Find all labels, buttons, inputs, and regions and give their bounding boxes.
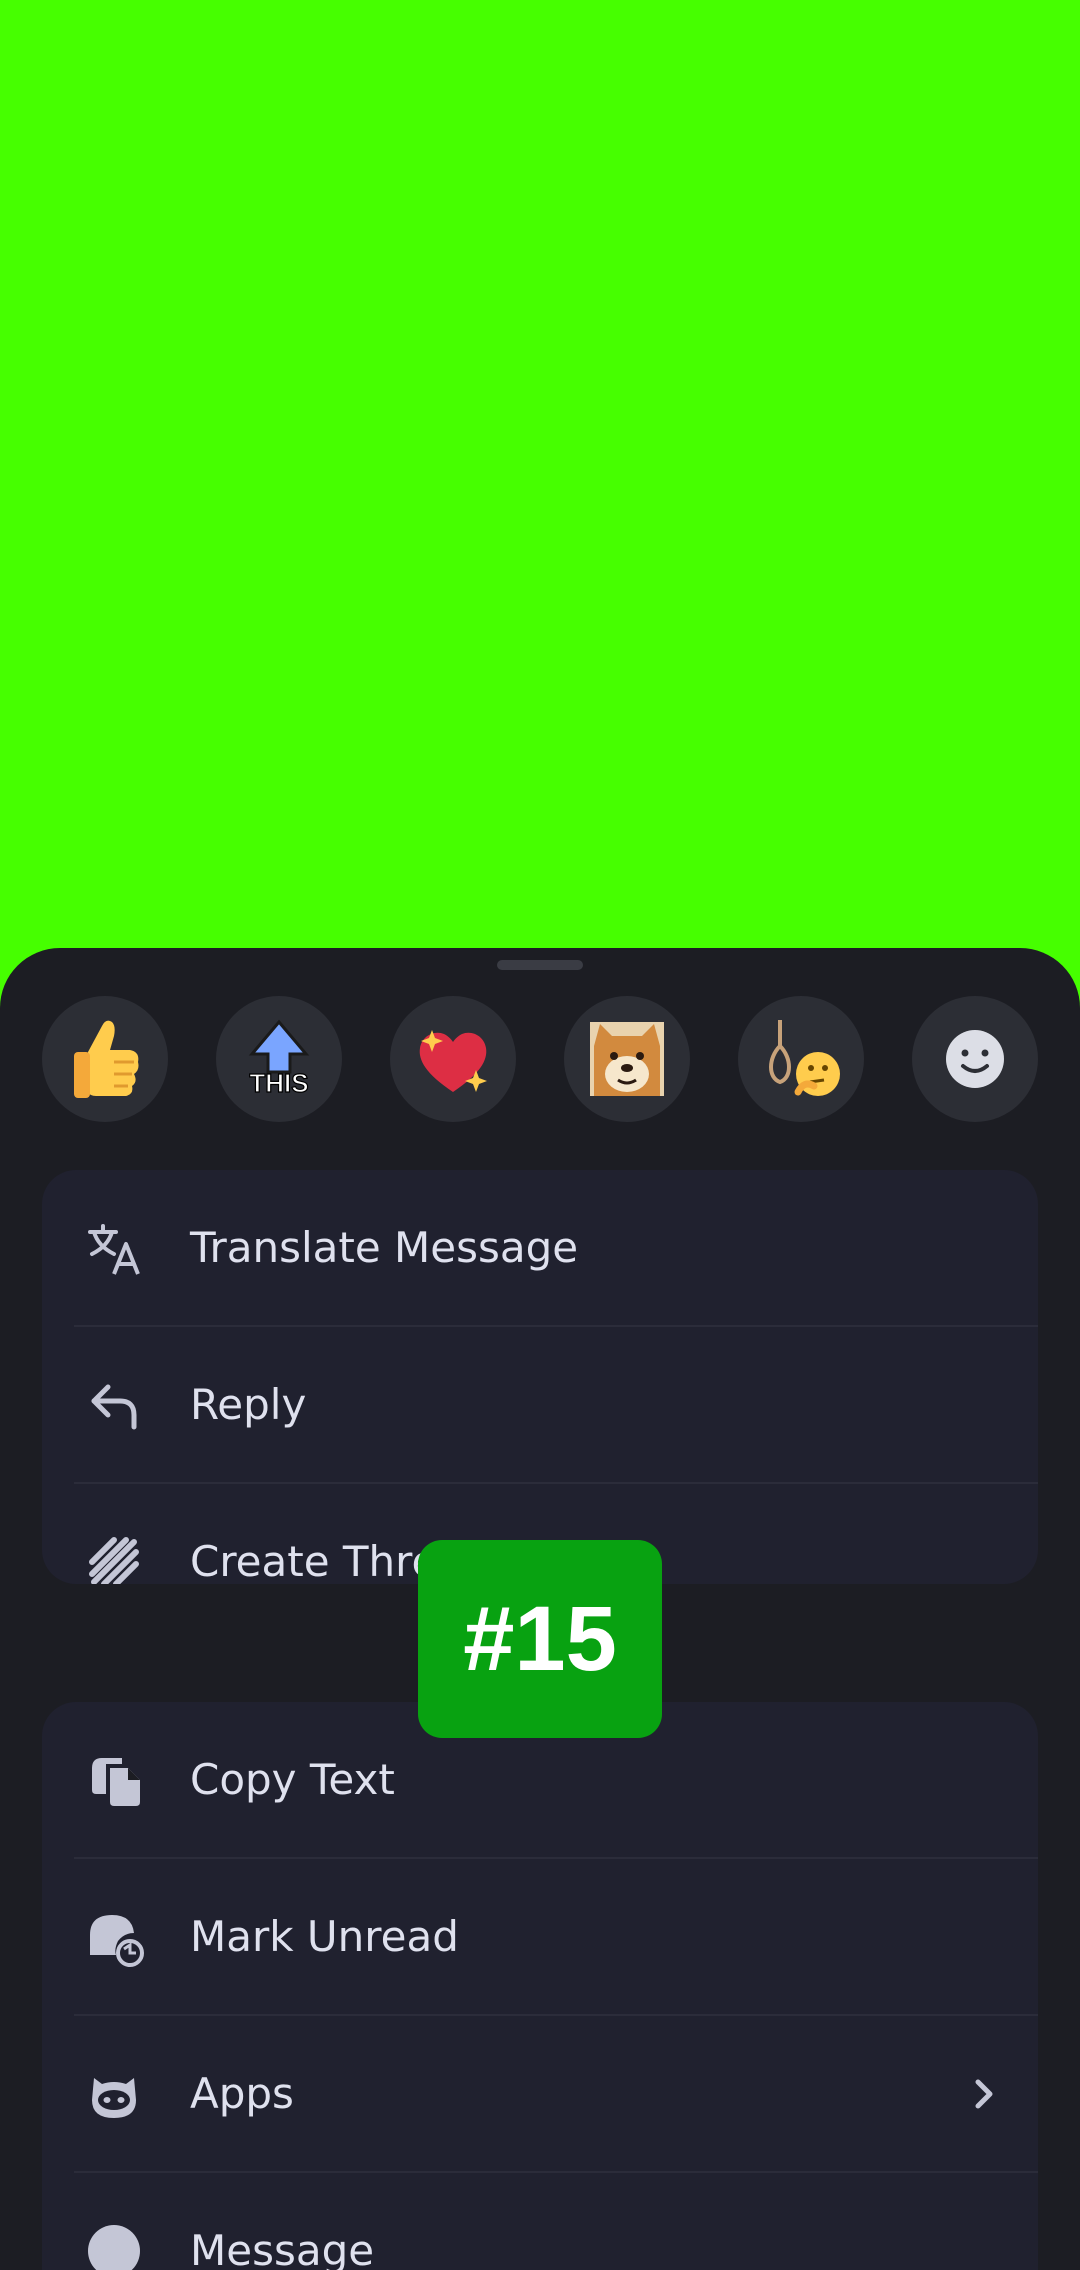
chevron-right-icon	[975, 2079, 993, 2109]
copy-text-label: Copy Text	[190, 1755, 395, 1804]
reply-item[interactable]: Reply	[42, 1327, 1038, 1483]
this-arrow-icon: THIS	[248, 1019, 310, 1099]
secondary-actions-card: Copy Text Mark Unread Apps Message	[42, 1702, 1038, 2270]
add-reaction-button[interactable]	[912, 996, 1038, 1122]
primary-actions-card: Translate Message Reply Create Thread	[42, 1170, 1038, 1584]
reaction-noose-thinking-button[interactable]	[738, 996, 864, 1122]
this-text: THIS	[249, 1068, 308, 1098]
message-icon	[88, 2225, 140, 2270]
reaction-doge-button[interactable]	[564, 996, 690, 1122]
sparkling-heart-icon	[419, 1030, 487, 1092]
message-label: Message	[190, 2226, 375, 2270]
apps-icon	[92, 2078, 136, 2118]
mark-unread-label: Mark Unread	[190, 1912, 459, 1961]
thumbs-up-icon	[74, 1020, 139, 1098]
translate-message-item[interactable]: Translate Message	[42, 1170, 1038, 1326]
green-backdrop[interactable]	[0, 0, 1080, 950]
reaction-thumbs-up-button[interactable]	[42, 996, 168, 1122]
drag-handle[interactable]	[497, 960, 583, 970]
quick-reactions-row: THIS	[42, 996, 1038, 1122]
step-badge: #15	[418, 1540, 662, 1738]
reply-icon	[91, 1384, 137, 1430]
reply-label: Reply	[190, 1380, 307, 1429]
doge-icon	[590, 1022, 664, 1096]
noose-thinking-icon	[769, 1020, 840, 1096]
thread-icon	[89, 1537, 139, 1584]
reaction-sparkling-heart-button[interactable]	[390, 996, 516, 1122]
apps-label: Apps	[190, 2069, 294, 2118]
reaction-this-button[interactable]: THIS	[216, 996, 342, 1122]
translate-icon	[88, 1224, 140, 1275]
translate-message-label: Translate Message	[190, 1223, 579, 1272]
mark-unread-icon	[90, 1915, 144, 1967]
mark-unread-item[interactable]: Mark Unread	[42, 1859, 1038, 2015]
message-item[interactable]: Message	[42, 2173, 1038, 2270]
copy-text-icon	[92, 1758, 140, 1806]
add-reaction-icon	[946, 1030, 1004, 1088]
apps-item[interactable]: Apps	[42, 2016, 1038, 2172]
